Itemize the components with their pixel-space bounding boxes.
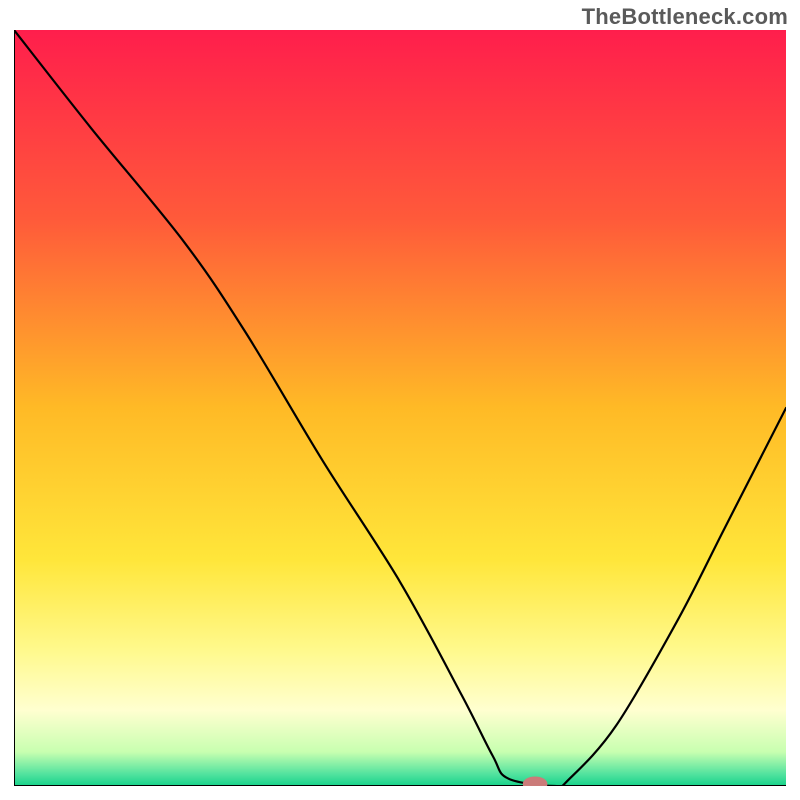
watermark-label: TheBottleneck.com (582, 4, 788, 30)
bottleneck-chart (14, 30, 786, 786)
chart-frame: TheBottleneck.com (0, 0, 800, 800)
plot-region (14, 30, 786, 786)
gradient-background (14, 30, 786, 786)
